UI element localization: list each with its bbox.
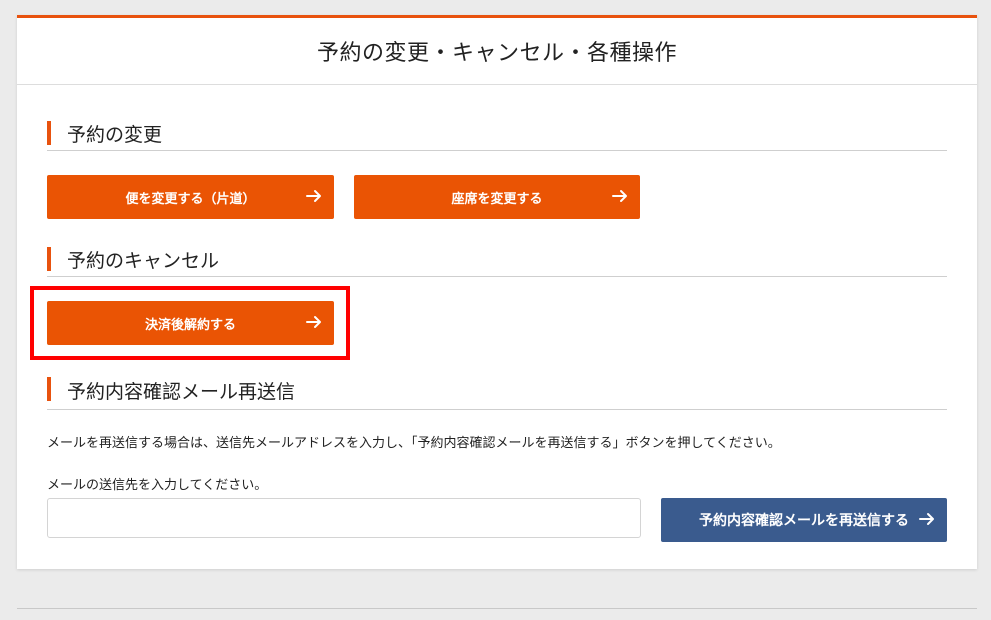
resend-description: メールを再送信する場合は、送信先メールアドレスを入力し、「予約内容確認メールを再… bbox=[47, 436, 781, 451]
section-change-title: 予約の変更 bbox=[67, 124, 163, 146]
change-seat-button[interactable]: 座席を変更する bbox=[354, 175, 640, 219]
section-resend-heading: 予約内容確認メール再送信 bbox=[47, 374, 947, 410]
section-accent-bar bbox=[47, 121, 51, 145]
section-accent-bar bbox=[47, 247, 51, 271]
arrow-right-icon bbox=[919, 513, 934, 525]
arrow-right-icon bbox=[306, 316, 321, 328]
section-accent-bar bbox=[47, 377, 51, 401]
reservation-panel: 予約の変更・キャンセル・各種操作 予約の変更 便を変更する（片道） 座席を変更す… bbox=[17, 15, 977, 569]
section-cancel-title: 予約のキャンセル bbox=[67, 250, 220, 272]
section-change-heading: 予約の変更 bbox=[47, 119, 947, 151]
section-cancel-heading: 予約のキャンセル bbox=[47, 245, 947, 277]
panel-header: 予約の変更・キャンセル・各種操作 bbox=[17, 18, 977, 85]
arrow-right-icon bbox=[306, 190, 321, 202]
cancel-after-payment-label: 決済後解約する bbox=[144, 317, 236, 333]
cancel-after-payment-button[interactable]: 決済後解約する bbox=[47, 301, 334, 345]
email-field[interactable] bbox=[47, 498, 641, 538]
resend-email-button[interactable]: 予約内容確認メールを再送信する bbox=[661, 498, 947, 542]
change-flight-button[interactable]: 便を変更する（片道） bbox=[47, 175, 334, 219]
section-resend-title: 予約内容確認メール再送信 bbox=[67, 381, 296, 403]
change-flight-label: 便を変更する（片道） bbox=[125, 191, 256, 207]
page-divider bbox=[17, 608, 977, 609]
change-seat-label: 座席を変更する bbox=[451, 191, 543, 207]
email-input-label: メールの送信先を入力してください。 bbox=[47, 478, 268, 493]
page-title: 予約の変更・キャンセル・各種操作 bbox=[316, 41, 677, 66]
arrow-right-icon bbox=[612, 190, 627, 202]
resend-email-label: 予約内容確認メールを再送信する bbox=[699, 513, 909, 529]
